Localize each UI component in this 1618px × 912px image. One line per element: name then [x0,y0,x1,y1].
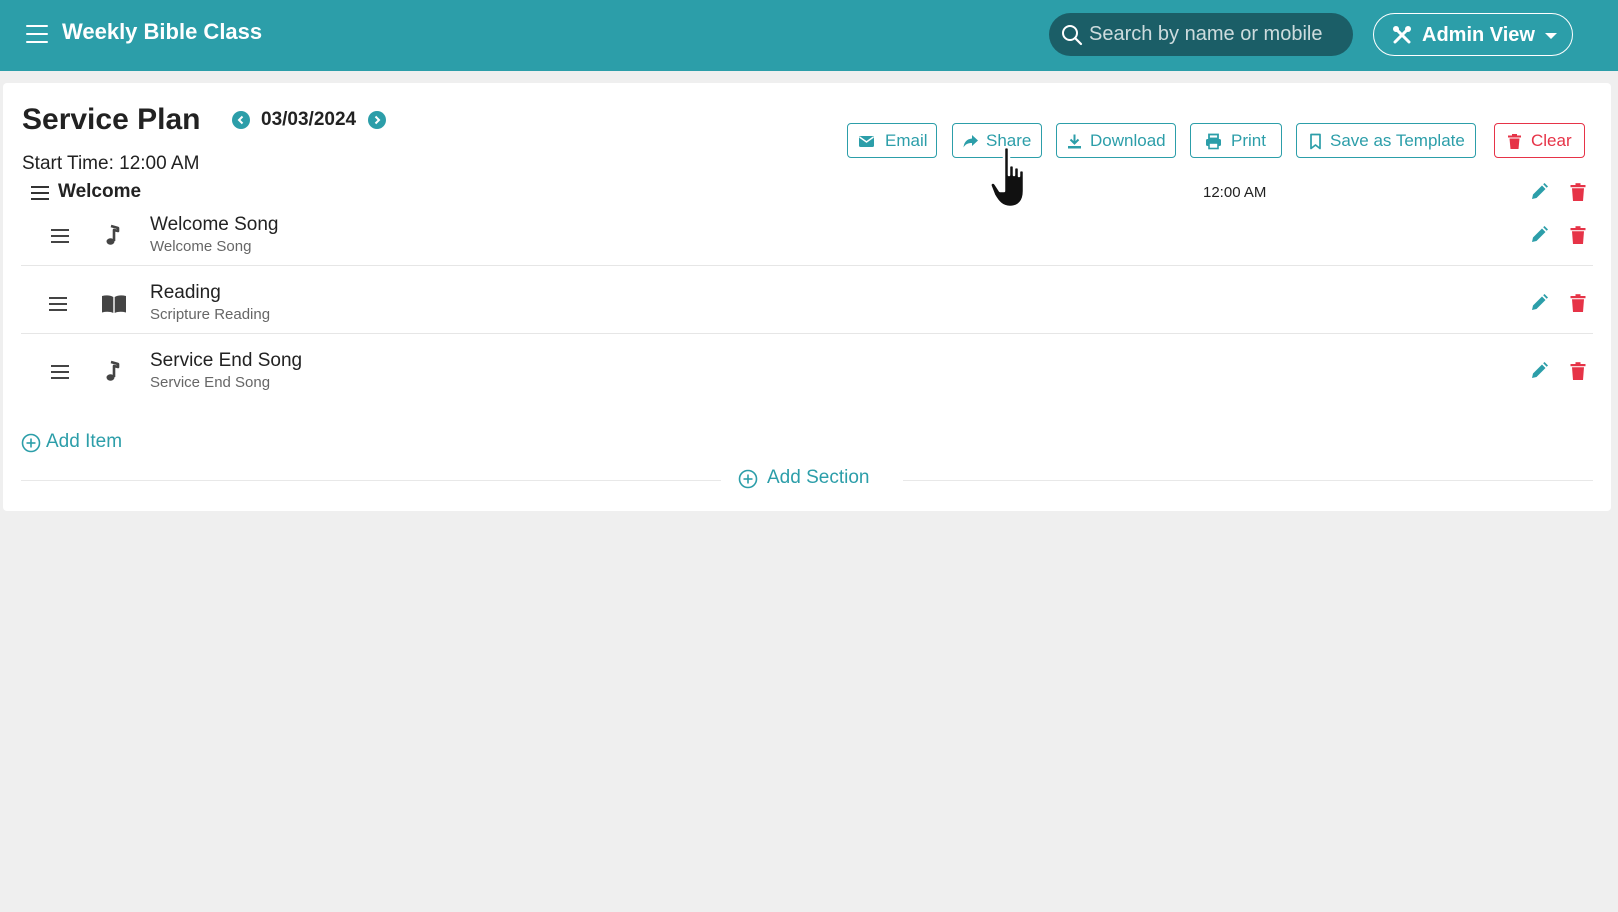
share-icon [963,135,978,148]
list-item: Service End Song Service End Song [21,334,1593,402]
download-button[interactable]: Download [1056,123,1176,158]
chevron-left-icon [237,115,244,125]
music-note-icon [106,224,120,245]
printer-icon [1206,133,1221,150]
item-title: Welcome Song [150,214,279,235]
trash-icon[interactable] [1568,225,1588,245]
search-icon [1062,25,1083,46]
divider [21,480,721,481]
search-box [1049,13,1353,56]
trash-icon[interactable] [1568,293,1588,313]
caret-down-icon [1545,33,1557,39]
book-open-icon [102,295,126,313]
app-title: Weekly Bible Class [62,19,263,44]
search-input[interactable] [1089,13,1347,56]
next-date-button[interactable] [368,111,386,129]
edit-icon[interactable] [1529,361,1549,381]
item-subtitle: Service End Song [150,374,271,391]
admin-view-button[interactable]: Admin View [1373,13,1573,56]
download-icon [1068,134,1081,149]
edit-icon[interactable] [1529,293,1549,313]
list-item: Welcome Song Welcome Song [21,198,1593,266]
email-button[interactable]: Email [847,123,937,158]
trash-icon [1508,134,1521,149]
divider [903,480,1593,481]
drag-handle-icon[interactable] [49,297,67,311]
item-title: Reading [150,282,221,303]
tools-icon [1393,26,1411,44]
envelope-icon [859,136,874,147]
music-note-icon [106,360,120,381]
page-title: Service Plan [22,103,201,136]
print-button[interactable]: Print [1190,123,1282,158]
save-as-template-button[interactable]: Save as Template [1296,123,1476,158]
start-time: Start Time: 12:00 AM [22,153,200,174]
share-button[interactable]: Share [952,123,1042,158]
clear-button[interactable]: Clear [1494,123,1585,158]
previous-date-button[interactable] [232,111,250,129]
bookmark-icon [1310,133,1321,150]
item-subtitle: Welcome Song [150,238,252,255]
trash-icon[interactable] [1568,361,1588,381]
plus-circle-icon [738,469,758,489]
list-item: Reading Scripture Reading [21,266,1593,334]
drag-handle-icon[interactable] [51,365,69,379]
chevron-right-icon [374,115,381,125]
item-title: Service End Song [150,350,303,371]
plan-date: 03/03/2024 [261,109,357,130]
drag-handle-icon[interactable] [51,229,69,243]
add-section-button[interactable]: Add Section [738,467,888,491]
admin-view-label: Admin View [1422,24,1535,46]
plus-circle-icon [21,433,41,453]
menu-icon[interactable] [26,25,48,43]
item-subtitle: Scripture Reading [150,306,271,323]
service-plan-card: Service Plan 03/03/2024 Start Time: 12:0… [3,83,1611,511]
edit-icon[interactable] [1529,225,1549,245]
top-bar: Weekly Bible Class Admin View [0,0,1618,71]
